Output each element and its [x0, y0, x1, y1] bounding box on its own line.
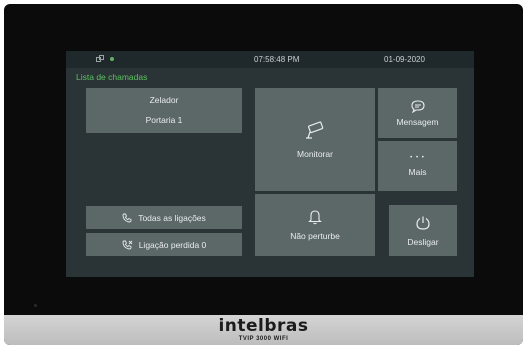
missed-call-icon: [122, 240, 133, 249]
bell-icon: [308, 210, 322, 225]
model-label: TVIP 3000 WIFI: [238, 336, 289, 342]
contact-item[interactable]: Portaria 1: [86, 115, 242, 125]
more-label: Mais: [408, 167, 427, 177]
network-icon: [96, 55, 104, 62]
status-icons: [96, 55, 114, 62]
brand-logo: intelbras: [218, 316, 309, 336]
contact-list[interactable]: Zelador Portaria 1: [86, 88, 242, 133]
phone-icon: [122, 213, 132, 222]
date: 01-09-2020: [384, 55, 425, 64]
more-icon: • • •: [410, 155, 425, 161]
power-off-button[interactable]: Desligar: [389, 205, 457, 256]
all-calls-button[interactable]: Todas as ligações: [86, 206, 242, 229]
monitor-label: Monitorar: [297, 148, 333, 159]
camera-icon: [306, 120, 324, 139]
all-calls-label: Todas as ligações: [138, 212, 206, 223]
power-icon: [416, 216, 430, 230]
contact-item[interactable]: Zelador: [86, 95, 242, 105]
led-indicator: [34, 304, 37, 307]
monitor-button[interactable]: Monitorar: [255, 88, 375, 191]
online-indicator: [110, 56, 114, 61]
missed-calls-label: Ligação perdida 0: [138, 239, 207, 250]
device-bezel: intelbras TVIP 3000 WIFI: [4, 315, 523, 345]
chat-icon: [410, 99, 425, 113]
screen: 07:58:48 PM 01-09-2020 Lista de chamadas…: [66, 51, 474, 277]
status-bar: 07:58:48 PM 01-09-2020: [66, 51, 474, 68]
do-not-disturb-label: Não perturbe: [290, 231, 340, 241]
missed-calls-button[interactable]: Ligação perdida 0: [86, 233, 242, 256]
power-off-label: Desligar: [407, 236, 439, 247]
clock: 07:58:48 PM: [254, 55, 300, 64]
call-list-title: Lista de chamadas: [76, 72, 148, 82]
intercom-device: 07:58:48 PM 01-09-2020 Lista de chamadas…: [4, 4, 523, 345]
message-button[interactable]: Mensagem: [378, 88, 457, 138]
message-label: Mensagem: [396, 116, 439, 127]
do-not-disturb-button[interactable]: Não perturbe: [255, 194, 375, 256]
more-button[interactable]: • • • Mais: [378, 141, 457, 191]
